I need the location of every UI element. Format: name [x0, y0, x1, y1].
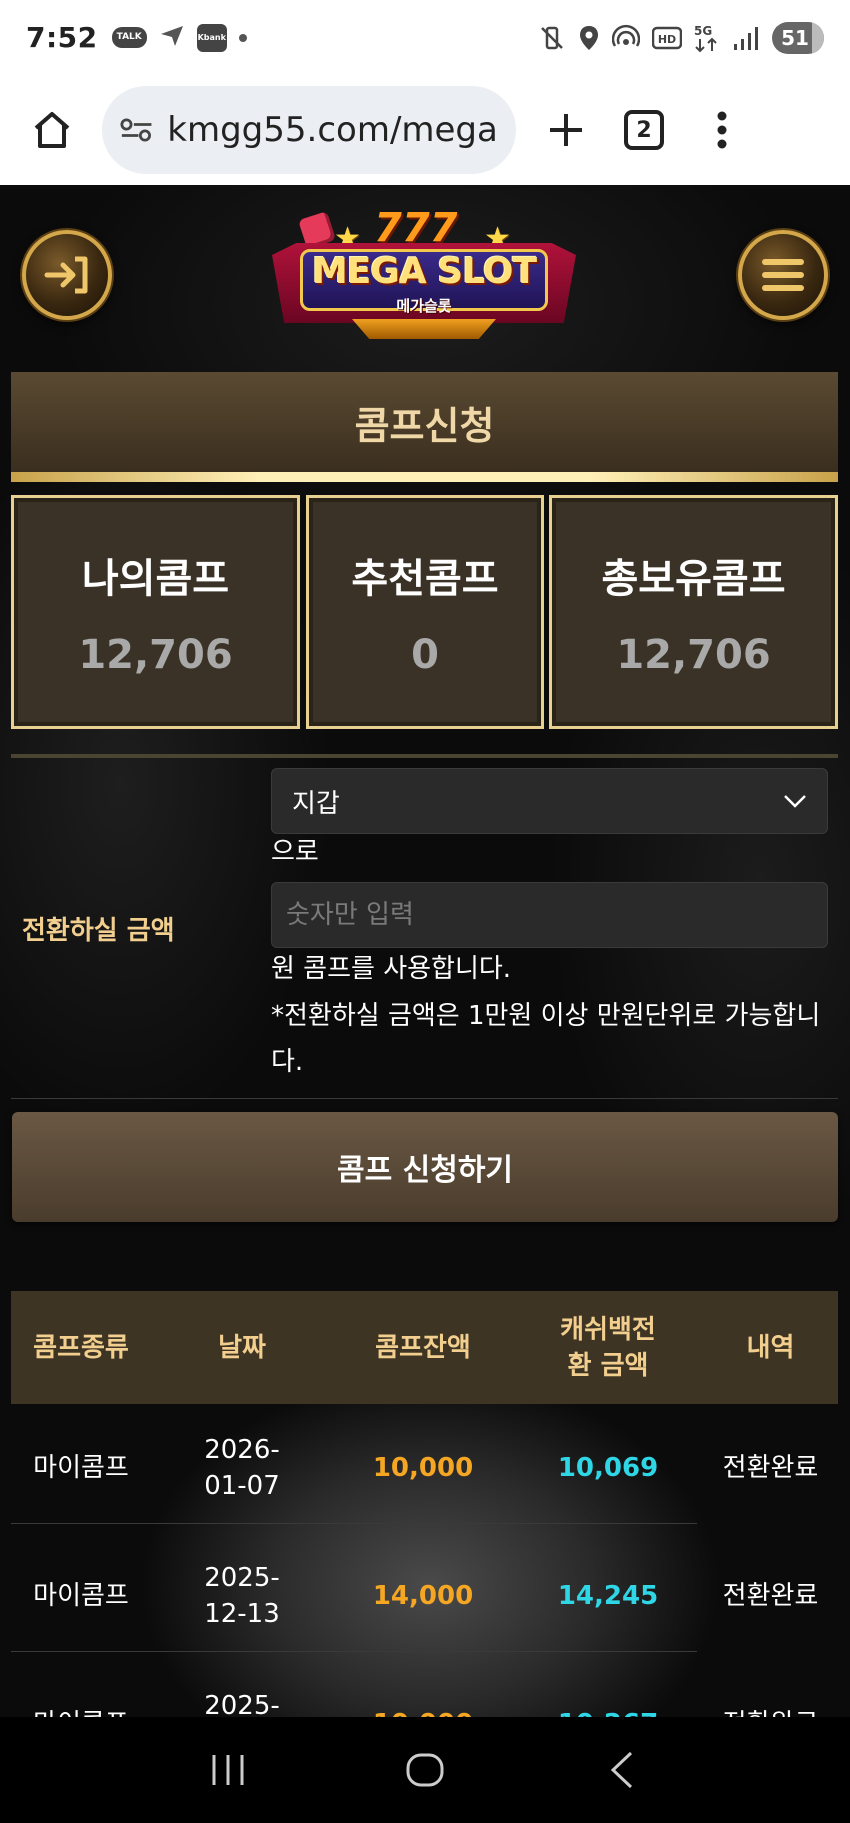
history-table-header: 콤프종류 날짜 콤프잔액 캐쉬백전환 금액 내역: [11, 1291, 838, 1404]
system-navigation-bar: [0, 1717, 850, 1823]
table-row: 마이콤프 2025-12- 10,000 10,267 전환완료: [11, 1660, 838, 1717]
more-vertical-icon: [717, 111, 727, 149]
dot-icon: [238, 33, 247, 42]
svg-text:HD: HD: [658, 33, 676, 46]
cell-balance: 10,000: [372, 1453, 474, 1483]
system-icons: HD 5G 51: [538, 21, 824, 54]
title-underline: [11, 472, 838, 482]
stat-card-total-comp: 총보유콤프 12,706: [549, 495, 838, 729]
battery-level: 51: [781, 25, 809, 50]
page-content: 777 ★ ★ MEGA SLOT 메가슬롯 콤프신청 나의콤프 12,706 …: [0, 185, 850, 1717]
stat-title: 나의콤프: [81, 556, 230, 602]
login-button[interactable]: [22, 230, 112, 320]
column-header-type: 콤프종류: [33, 1332, 129, 1363]
battery-icon: 51: [772, 21, 824, 54]
cell-date: 2025-12-: [204, 1691, 280, 1717]
hotspot-icon: [612, 24, 640, 52]
column-header-date: 날짜: [218, 1332, 266, 1363]
apply-comp-button-label: 콤프 신청하기: [336, 1153, 514, 1188]
cell-type: 마이콤프: [33, 1453, 129, 1483]
navigation-icon: [159, 24, 185, 52]
logo-ribbon: [352, 319, 496, 339]
menu-button[interactable]: [738, 230, 828, 320]
svg-text:5G: 5G: [694, 24, 712, 38]
column-header-balance: 콤프잔액: [375, 1332, 471, 1363]
stat-title: 총보유콤프: [601, 556, 786, 602]
cell-status: 전환완료: [722, 1581, 819, 1611]
row-divider: [11, 1651, 697, 1652]
home-nav-button[interactable]: [395, 1740, 455, 1800]
cell-cashback: 10,267: [513, 1706, 703, 1717]
back-icon: [610, 1751, 632, 1789]
cell-date: 2025-12-13: [204, 1563, 280, 1629]
table-row: 마이콤프 2025-12-13 14,000 14,245 전환완료: [11, 1532, 838, 1660]
logo-subtitle: 메가슬롯: [396, 297, 452, 315]
stat-card-referral-comp: 추천콤프 0: [306, 495, 544, 729]
amount-label: 전환하실 금액: [22, 916, 175, 946]
browser-toolbar: kmgg55.com/megasl 2: [0, 75, 850, 185]
address-bar[interactable]: kmgg55.com/megasl: [102, 86, 516, 174]
back-button[interactable]: [592, 1740, 652, 1800]
column-header-cashback: 캐쉬백전환 금액: [560, 1314, 656, 1381]
notification-icons: TALK Kbank: [111, 23, 247, 52]
login-arrow-icon: [44, 256, 88, 294]
tab-count: 2: [624, 110, 664, 150]
wallet-select-value: 지갑: [292, 788, 340, 819]
status-time: 7:52: [26, 21, 98, 54]
page-title-bar: 콤프신청: [11, 372, 838, 472]
logo-text: MEGA SLOT: [311, 251, 537, 292]
divider: [11, 754, 838, 758]
tab-switcher-button[interactable]: 2: [616, 102, 672, 158]
recent-apps-icon: [212, 1755, 244, 1785]
kbank-icon: Kbank: [196, 23, 227, 52]
home-icon: [34, 112, 70, 148]
wallet-select[interactable]: 지갑: [271, 768, 828, 834]
chevron-down-icon: [784, 795, 806, 808]
stat-value: 12,706: [616, 632, 771, 678]
mega-slot-logo[interactable]: 777 ★ ★ MEGA SLOT 메가슬롯: [262, 205, 586, 350]
to-text: 으로: [271, 837, 319, 867]
cell-balance: 10,000: [333, 1706, 513, 1717]
browser-menu-button[interactable]: [694, 102, 750, 158]
conversion-notice: *전환하실 금액은 1만원 이상 만원단위로 가능합니다.: [271, 1001, 821, 1077]
5g-icon: 5G: [694, 23, 720, 53]
column-header-status: 내역: [746, 1332, 795, 1363]
site-settings-icon[interactable]: [120, 115, 153, 145]
cell-type: 마이콤프: [33, 1581, 129, 1611]
amount-input[interactable]: [271, 882, 828, 948]
use-comp-text: 원 콤프를 사용합니다.: [271, 954, 512, 984]
hamburger-icon: [762, 259, 804, 291]
status-bar: 7:52 TALK Kbank HD 5G 51: [0, 0, 850, 75]
url-text[interactable]: kmgg55.com/megasl: [167, 110, 498, 150]
home-nav-icon: [406, 1753, 444, 1787]
plus-icon: [550, 114, 582, 146]
apply-comp-button[interactable]: 콤프 신청하기: [12, 1112, 838, 1222]
cell-status: 전환완료: [703, 1706, 838, 1717]
stat-card-my-comp: 나의콤프 12,706: [11, 495, 300, 729]
row-divider: [11, 1523, 697, 1524]
cell-status: 전환완료: [722, 1453, 819, 1483]
stat-value: 12,706: [78, 632, 233, 678]
recent-apps-button[interactable]: [198, 1740, 258, 1800]
cell-cashback: 10,069: [557, 1453, 659, 1483]
cell-date: 2026-01-07: [204, 1435, 280, 1501]
location-icon: [578, 24, 600, 52]
page-title: 콤프신청: [354, 403, 495, 448]
signal-icon: [732, 24, 760, 52]
divider: [11, 1098, 838, 1099]
hd-icon: HD: [652, 26, 682, 50]
stat-value: 0: [411, 632, 439, 678]
stat-title: 추천콤프: [351, 556, 499, 602]
home-button[interactable]: [24, 102, 80, 158]
new-tab-button[interactable]: [538, 102, 594, 158]
cell-balance: 14,000: [372, 1581, 474, 1611]
talk-icon: TALK: [111, 27, 147, 48]
table-row: 마이콤프 2026-01-07 10,000 10,069 전환완료: [11, 1404, 838, 1532]
cell-type: 마이콤프: [11, 1706, 151, 1717]
cell-cashback: 14,245: [557, 1581, 659, 1611]
mute-vibrate-icon: [538, 24, 566, 52]
